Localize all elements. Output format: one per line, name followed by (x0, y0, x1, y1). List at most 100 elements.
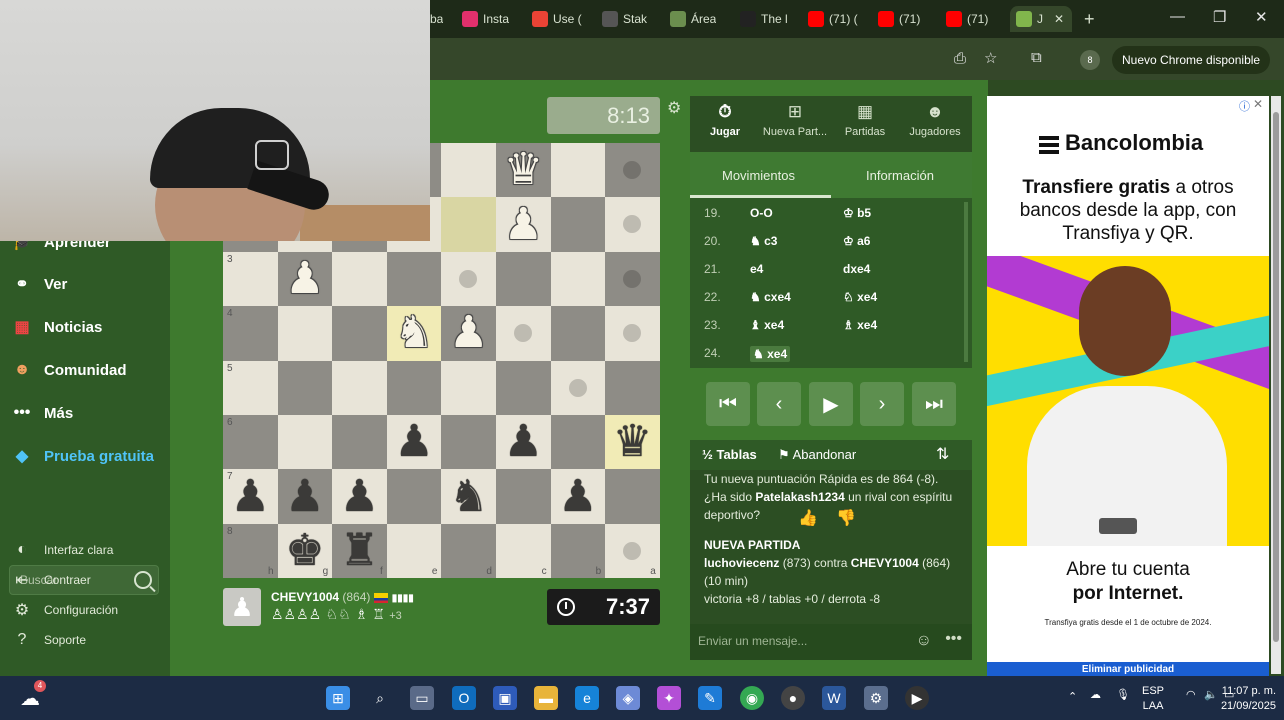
chess-piece[interactable]: ♟ (278, 469, 333, 523)
start-icon[interactable]: ⊞ (326, 686, 350, 710)
sidebar-item-comunidad[interactable]: ☻ Comunidad (10, 360, 127, 380)
recorder-icon[interactable]: ● (781, 686, 805, 710)
previous-move-button[interactable]: ‹ (757, 382, 801, 426)
white-move[interactable]: ♞ c3 (750, 234, 777, 248)
board-settings-gear-icon[interactable]: ⚙ (667, 98, 681, 118)
board-square[interactable]: ♟ (332, 469, 387, 524)
tab-youtube-1[interactable]: (71) ( (808, 6, 858, 32)
paint-icon[interactable]: ✎ (698, 686, 722, 710)
sidebar-item-settings[interactable]: ⚙ Configuración (10, 600, 118, 620)
ad-info-icon[interactable]: ⓘ (1239, 98, 1250, 114)
cube-app-icon[interactable]: ◈ (616, 686, 640, 710)
edge-icon[interactable]: e (575, 686, 599, 710)
legal-move-dot[interactable] (459, 269, 478, 288)
chess-piece[interactable]: ♟ (496, 415, 551, 469)
board-square[interactable]: b (550, 523, 606, 579)
outlook-icon[interactable]: O (452, 686, 476, 710)
chat-input[interactable]: Enviar un mensaje... ☺ ••• (690, 624, 972, 660)
search-icon[interactable]: ⌕ (368, 686, 392, 710)
legal-move-dot[interactable] (568, 378, 587, 397)
board-square[interactable] (441, 251, 496, 307)
task-view-icon[interactable]: ▭ (410, 686, 434, 710)
move-list-scrollbar[interactable] (964, 202, 968, 362)
media-player-icon[interactable]: ▶ (905, 686, 929, 710)
tab-partidas[interactable]: ▦ Partidas (830, 102, 900, 138)
chess-piece[interactable]: ♟ (551, 469, 606, 523)
tab-youtube-2[interactable]: (71) (878, 6, 920, 32)
remove-ads-button[interactable]: Eliminar publicidad (987, 662, 1269, 676)
tab-youtube-3[interactable]: (71) (946, 6, 988, 32)
board-square[interactable] (605, 306, 660, 361)
profile-avatar[interactable]: 8 (1080, 50, 1100, 70)
white-move[interactable]: ♞ cxe4 (750, 290, 791, 304)
player-avatar[interactable]: ♟ (223, 588, 261, 626)
board-square[interactable] (496, 306, 551, 361)
board-square[interactable] (550, 306, 606, 361)
thumbs-down-icon[interactable]: 👎 (836, 510, 856, 528)
board-square[interactable] (441, 197, 496, 252)
legal-move-dot[interactable] (623, 269, 642, 288)
legal-move-dot[interactable] (623, 541, 642, 560)
tab-chess-active[interactable]: J ✕ (1010, 6, 1072, 32)
tab-informacion[interactable]: Información (866, 168, 934, 183)
board-square[interactable] (441, 143, 496, 198)
onedrive-icon[interactable]: ☁ (1090, 688, 1101, 701)
input-language[interactable]: ESP LAA (1142, 684, 1164, 714)
board-square[interactable]: 4 (223, 306, 278, 361)
board-square[interactable] (550, 143, 606, 198)
tab-area[interactable]: Área (670, 6, 716, 32)
emoji-icon[interactable]: ☺ (916, 632, 932, 650)
chess-piece[interactable]: ♛ (496, 143, 551, 197)
next-move-button[interactable]: › (860, 382, 904, 426)
black-move[interactable]: ♗ xe4 (843, 318, 877, 332)
settings-icon[interactable]: ⚙ (864, 686, 888, 710)
board-square[interactable]: e (386, 523, 442, 579)
chess-piece[interactable]: ♟ (278, 252, 333, 306)
board-square[interactable] (550, 197, 606, 252)
wifi-icon[interactable]: ◠ (1186, 688, 1196, 701)
board-square[interactable]: 5 (223, 360, 278, 415)
white-move[interactable]: ♞ xe4 (750, 346, 791, 362)
chess-piece[interactable]: ♟ (387, 415, 442, 469)
board-square[interactable]: ♟ (277, 469, 333, 524)
board-square[interactable]: 8h (223, 523, 278, 579)
word-icon[interactable]: W (822, 686, 846, 710)
sidebar-item-collapse[interactable]: ⇤ Contraer (10, 570, 90, 590)
player-name[interactable]: CHEVY1004 (864) ▮▮▮▮ (271, 590, 414, 604)
board-square[interactable]: ♛ (605, 415, 660, 470)
advertisement[interactable]: ⓘ ✕ Bancolombia Transfiere gratis a otro… (987, 96, 1269, 676)
board-square[interactable]: ♞ (386, 306, 442, 361)
board-square[interactable] (605, 360, 660, 415)
board-square[interactable]: ♟ (441, 306, 496, 361)
board-square[interactable] (605, 251, 660, 307)
legal-move-dot[interactable] (623, 324, 642, 343)
white-move[interactable]: O-O (750, 206, 773, 220)
chrome-icon[interactable]: ◉ (740, 686, 764, 710)
extensions-icon[interactable]: ⧉ (1031, 49, 1042, 66)
sidebar-item-noticias[interactable]: ▦ Noticias (10, 317, 102, 337)
board-square[interactable] (277, 360, 333, 415)
board-square[interactable]: ♟ (386, 415, 442, 470)
tab-movimientos[interactable]: Movimientos (722, 168, 795, 183)
chess-piece[interactable]: ♟ (441, 306, 496, 360)
board-square[interactable] (441, 415, 496, 470)
tab-instagram[interactable]: Insta (462, 6, 509, 32)
tab-the[interactable]: The l (740, 6, 788, 32)
tab-partial[interactable]: ba (430, 6, 443, 32)
sidebar-item-support[interactable]: ? Soporte (10, 630, 86, 650)
chess-piece[interactable]: ♜ (332, 524, 387, 578)
legal-move-dot[interactable] (623, 215, 642, 234)
install-app-icon[interactable]: ⎙ (954, 50, 966, 67)
clock[interactable]: 11:07 p. m. 21/09/2025 (1221, 684, 1276, 714)
board-square[interactable] (550, 415, 606, 470)
new-tab-button[interactable]: + (1084, 6, 1095, 32)
board-square[interactable]: 6 (223, 415, 278, 470)
board-square[interactable] (386, 251, 442, 307)
legal-move-dot[interactable] (514, 324, 532, 343)
board-square[interactable]: c (496, 523, 551, 579)
last-move-button[interactable]: ⏭ (912, 382, 956, 426)
chess-piece[interactable]: ♟ (496, 197, 551, 251)
board-square[interactable] (605, 143, 660, 198)
play-button[interactable]: ▶ (809, 382, 853, 426)
close-window-icon[interactable]: ✕ (1255, 8, 1268, 26)
